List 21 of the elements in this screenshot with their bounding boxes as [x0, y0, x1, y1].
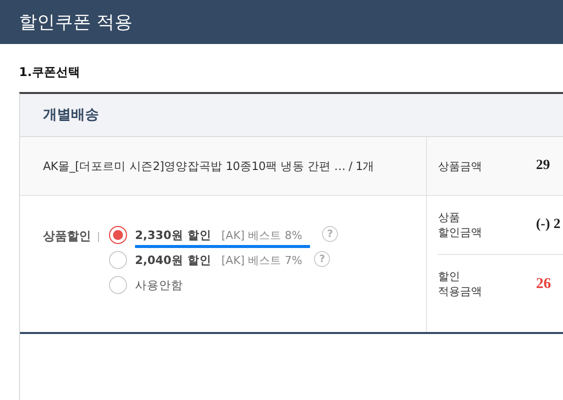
price-label: 상품금액 [438, 158, 483, 174]
coupon-name: [AK] 베스트 8% [221, 228, 302, 242]
radio-button[interactable] [109, 276, 127, 294]
option-label: 사용안함 [135, 278, 183, 292]
window-title: 할인쿠폰 적용 [19, 11, 133, 34]
summary-label: 상품 할인금액 [438, 210, 483, 240]
radio-button[interactable] [109, 251, 127, 269]
group-title: 개별배송 [43, 106, 99, 124]
radio-button[interactable] [109, 226, 127, 244]
help-button[interactable]: ? [314, 251, 330, 267]
price-value: 29 [536, 158, 550, 174]
summary-value: 26 [536, 276, 551, 292]
section-title: 1.쿠폰선택 [19, 64, 80, 81]
summary-label: 할인 적용금액 [438, 269, 483, 299]
product-name: AK몰_[더포르미 시즌2]영양잡곡밥 10종10팩 냉동 간편 … / 1개 [43, 158, 374, 174]
discount-label: 상품할인 [43, 228, 91, 245]
summary-value: (-) 2 [536, 217, 560, 233]
coupon-name: [AK] 베스트 7% [221, 252, 302, 268]
option-label: 2,040원 할인 [135, 252, 212, 268]
help-button[interactable]: ? [322, 226, 338, 242]
option-label: 2,330원 할인 [135, 228, 212, 242]
